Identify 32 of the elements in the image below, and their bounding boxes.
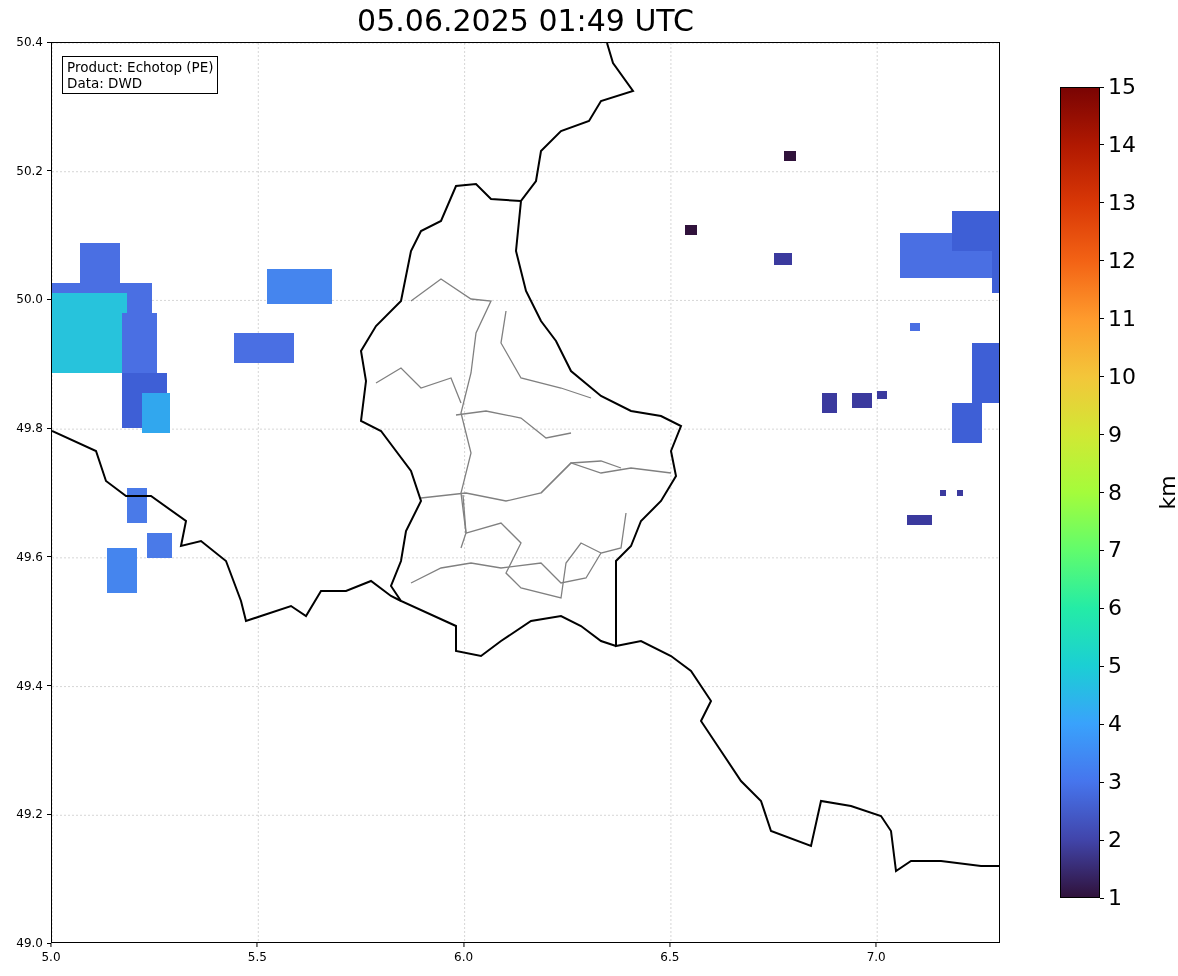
colorbar-tick-label: 2	[1108, 827, 1122, 854]
colorbar-tick-label: 15	[1108, 74, 1136, 100]
colorbar-label: km	[1154, 475, 1178, 510]
y-tick-label: 49.6	[16, 549, 43, 564]
colorbar-tick-label: 10	[1108, 363, 1136, 390]
colorbar-tick-label: 14	[1108, 131, 1136, 158]
y-tick-label: 50.2	[16, 163, 43, 178]
info-text: Product: Echotop (PE)	[67, 59, 214, 75]
x-tick-label: 6.5	[660, 950, 680, 964]
x-tick-label: 5.5	[247, 950, 267, 964]
x-tick-label: 6.0	[454, 950, 474, 964]
chart-title: 05.06.2025 01:49 UTC	[357, 6, 694, 36]
colorbar-tick-label: 5	[1108, 653, 1122, 680]
x-tick-label: 7.0	[866, 950, 886, 964]
colorbar-tick-label: 3	[1108, 769, 1122, 796]
y-tick-label: 49.4	[16, 678, 43, 693]
colorbar-tick-label: 8	[1108, 479, 1122, 506]
info-text: Data: DWD	[67, 75, 144, 91]
colorbar-tick-label: 11	[1108, 305, 1136, 332]
colorbar-tick-label: 9	[1108, 421, 1122, 448]
y-tick-label: 50.0	[16, 292, 43, 307]
y-tick-label: 50.4	[16, 35, 43, 49]
colorbar-tick-label: 13	[1108, 189, 1136, 216]
y-tick-label: 49.0	[16, 936, 43, 950]
colorbar-tick-label: 7	[1108, 537, 1122, 564]
colorbar-tick-label: 12	[1108, 247, 1136, 274]
x-tick-label: 5.0	[41, 950, 61, 964]
colorbar-tick-label: 6	[1108, 595, 1122, 622]
y-tick-label: 49.2	[16, 807, 43, 822]
colorbar-tick-label: 4	[1108, 711, 1122, 738]
colorbar-tick-label: 1	[1108, 885, 1122, 911]
y-tick-label: 49.8	[16, 421, 43, 436]
